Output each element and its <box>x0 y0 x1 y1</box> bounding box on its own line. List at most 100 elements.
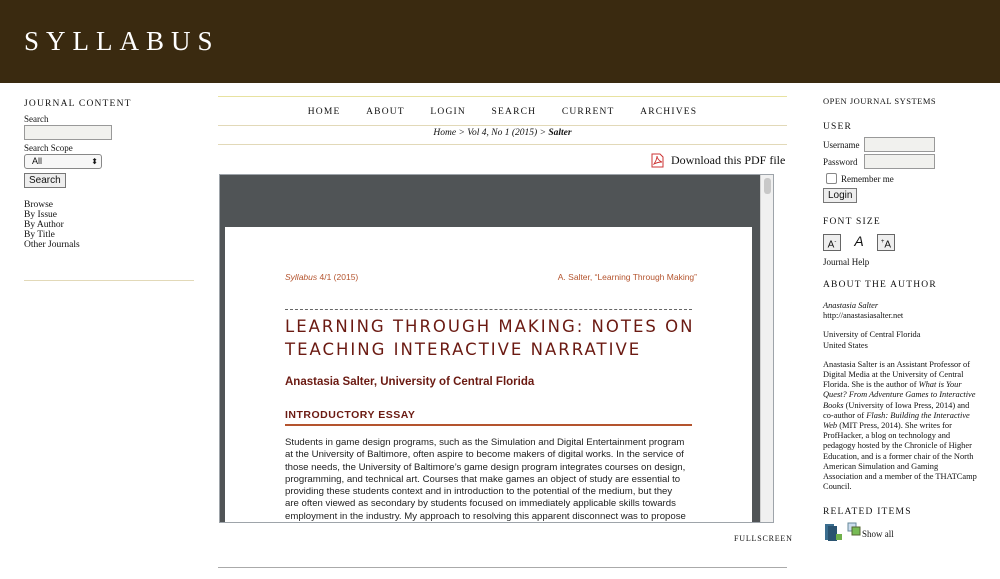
author-name: Anastasia Salter <box>823 301 879 310</box>
font-size-heading: FONT SIZE <box>823 217 881 227</box>
bio-italic: Flash: Building the Interactive <box>866 410 970 420</box>
select-arrows-icon: ⬍ <box>91 157 98 166</box>
breadcrumb-sep: > <box>456 128 468 138</box>
search-button[interactable]: Search <box>24 173 66 188</box>
breadcrumb-current: Salter <box>548 128 572 138</box>
login-button[interactable]: Login <box>823 188 858 203</box>
pdf-body-line: employment in the industry. My approach … <box>285 510 686 522</box>
breadcrumb-issue[interactable]: Vol 4, No 1 (2015) <box>467 128 537 138</box>
pdf-page: Syllabus 4/1 (2015) A. Salter, “Learning… <box>225 227 752 522</box>
nav-divider <box>218 125 787 126</box>
font-default-icon[interactable]: A <box>850 234 868 251</box>
bio-text: Florida. She is the author of <box>823 380 919 390</box>
username-input[interactable] <box>864 137 935 152</box>
breadcrumb-divider <box>218 144 787 145</box>
font-size-controls: A- A +A <box>823 234 993 251</box>
nav-search[interactable]: SEARCH <box>492 107 537 117</box>
main-nav: HOME ABOUT LOGIN SEARCH CURRENT ARCHIVES <box>218 107 787 117</box>
author-url[interactable]: http://anastasiasalter.net <box>823 311 993 321</box>
bio-italic: Books <box>823 400 844 410</box>
browse-by-author-link[interactable]: By Author <box>24 220 194 230</box>
search-label: Search <box>24 114 49 124</box>
bio-line: Florida. She is the author of What is Yo… <box>823 380 993 390</box>
bio-line: Education, and is a former chair of the … <box>823 451 974 461</box>
journal-help-link[interactable]: Journal Help <box>823 257 993 267</box>
pdf-dashed-rule <box>285 309 692 310</box>
download-pdf-label[interactable]: Download this PDF file <box>671 153 785 168</box>
site-title[interactable]: SYLLABUS <box>24 26 220 57</box>
bio-line: Digital Media at the University of Centr… <box>823 370 964 380</box>
browse-list: Browse By Issue By Author By Title Other… <box>24 200 194 250</box>
bio-line: Anastasia Salter is an Assistant Profess… <box>823 359 971 369</box>
nav-login[interactable]: LOGIN <box>430 107 466 117</box>
nav-home[interactable]: HOME <box>308 107 341 117</box>
bio-italic: Quest? From Adventure Games to Interacti… <box>823 390 976 400</box>
pdf-icon <box>651 153 664 168</box>
user-heading: USER <box>823 122 853 132</box>
left-divider <box>24 280 194 281</box>
bio-line: American Simulation and Gaming <box>823 461 939 471</box>
about-author-heading: ABOUT THE AUTHOR <box>823 280 937 290</box>
remember-me-checkbox[interactable] <box>826 173 837 184</box>
bio-line: Web (MIT Press, 2014). She writes for <box>823 421 993 431</box>
journal-content-heading: JOURNAL CONTENT <box>24 99 132 109</box>
search-scope-value: All <box>32 156 43 166</box>
books-icon <box>825 524 842 542</box>
fullscreen-link[interactable]: FULLSCREEN <box>734 534 793 543</box>
pdf-body-line: are often viewed as secondary by student… <box>285 498 676 510</box>
breadcrumb-sep: > <box>537 128 549 138</box>
pdf-title: LEARNING THROUGH MAKING: NOTES ON TEACHI… <box>285 315 705 361</box>
viewer-scrollbar[interactable] <box>760 175 773 522</box>
nav-current[interactable]: CURRENT <box>562 107 615 117</box>
bio-text: co-author of <box>823 410 867 420</box>
password-input[interactable] <box>864 154 935 169</box>
font-larger-icon[interactable]: +A <box>877 234 895 251</box>
bio-italic: What is Your <box>918 380 962 390</box>
breadcrumb-home[interactable]: Home <box>433 128 456 138</box>
bottom-divider <box>218 567 787 568</box>
search-input[interactable] <box>24 125 112 140</box>
pdf-title-line: LEARNING THROUGH MAKING: NOTES ON <box>285 317 695 336</box>
pdf-body-line: at the University of Baltimore, often as… <box>285 449 684 461</box>
author-affiliation: University of Central Florida <box>823 330 921 340</box>
browse-by-title-link[interactable]: By Title <box>24 230 194 240</box>
scrollbar-thumb[interactable] <box>764 178 771 194</box>
download-pdf-link[interactable]: Download this PDF file <box>651 153 785 168</box>
related-items-heading: RELATED ITEMS <box>823 507 912 518</box>
pdf-running-head-left: Syllabus 4/1 (2015) <box>285 272 358 282</box>
pdf-viewer[interactable]: Syllabus 4/1 (2015) A. Salter, “Learning… <box>219 174 774 523</box>
pdf-section-heading: INTRODUCTORY ESSAY <box>285 409 416 421</box>
nav-top-divider <box>218 96 787 97</box>
pdf-running-head-right: A. Salter, “Learning Through Making” <box>557 272 697 282</box>
pdf-body-line: Students in game design programs, such a… <box>285 437 685 448</box>
other-journals-link[interactable]: Other Journals <box>24 240 194 250</box>
font-smaller-icon[interactable]: A- <box>823 234 841 251</box>
search-scope-select[interactable]: All ⬍ <box>24 154 102 169</box>
pdf-journal-name: Syllabus <box>285 272 318 282</box>
bio-line: ProfHacker, a blog on technology and <box>823 431 951 441</box>
bio-line: pedagogy hosted by the Chronicle of High… <box>823 441 972 451</box>
search-scope-label: Search Scope <box>24 143 73 153</box>
bio-line: Books (University of Iowa Press, 2014) a… <box>823 401 993 411</box>
ojs-link[interactable]: OPEN JOURNAL SYSTEMS <box>823 96 993 106</box>
nav-archives[interactable]: ARCHIVES <box>640 107 697 117</box>
pdf-issue: 4/1 (2015) <box>317 272 359 282</box>
pdf-body: Students in game design programs, such a… <box>285 437 695 522</box>
bio-text: (University of Iowa Press, 2014) and <box>843 400 970 410</box>
pdf-body-line: those needs, the University of Baltimore… <box>285 461 686 473</box>
bio-italic: Web <box>823 421 838 431</box>
bio-text: (MIT Press, 2014). She writes for <box>837 421 952 431</box>
password-label: Password <box>823 156 858 167</box>
site-header: SYLLABUS <box>0 0 1000 83</box>
show-all-link[interactable]: Show all <box>862 529 894 539</box>
bio-line: Quest? From Adventure Games to Interacti… <box>823 390 993 400</box>
remember-me-label: Remember me <box>841 173 894 184</box>
nav-about[interactable]: ABOUT <box>366 107 405 117</box>
username-label: Username <box>823 139 860 150</box>
browse-by-issue-link[interactable]: By Issue <box>24 210 194 220</box>
browse-heading: Browse <box>24 200 54 210</box>
right-sidebar: OPEN JOURNAL SYSTEMS USER Username Passw… <box>823 96 993 542</box>
author-bio: Anastasia Salter is an Assistant Profess… <box>823 360 993 493</box>
author-country: United States <box>823 340 868 350</box>
bio-line: co-author of Flash: Building the Interac… <box>823 411 993 421</box>
